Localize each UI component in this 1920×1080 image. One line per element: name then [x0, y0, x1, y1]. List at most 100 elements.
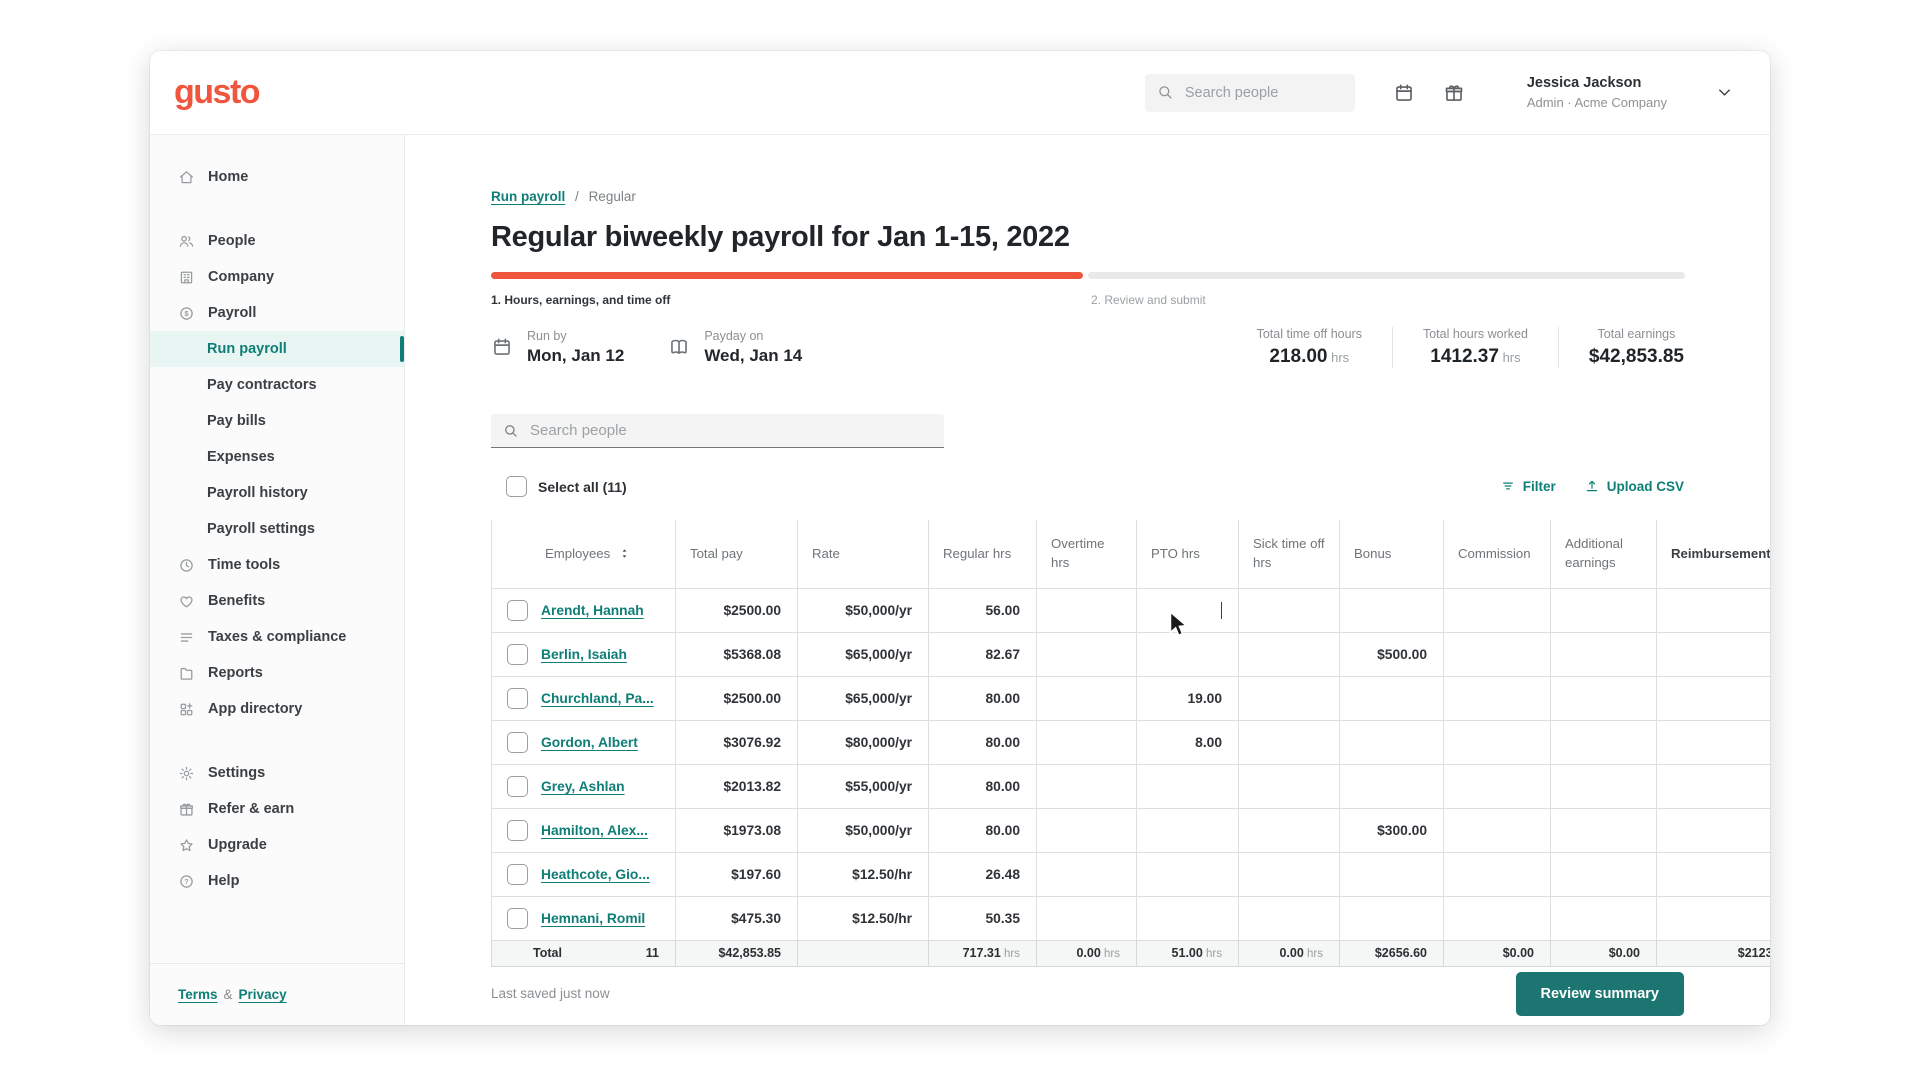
row-checkbox[interactable]: [507, 820, 528, 841]
row-checkbox[interactable]: [507, 908, 528, 929]
sidebar-item-pay-contractors[interactable]: Pay contractors: [150, 367, 404, 403]
cell-commission[interactable]: [1444, 808, 1551, 852]
cell-sick[interactable]: [1239, 676, 1340, 720]
cell-commission[interactable]: [1444, 896, 1551, 940]
cell-additional[interactable]: [1551, 896, 1657, 940]
row-checkbox[interactable]: [507, 600, 528, 621]
cell-regular[interactable]: 80.00: [929, 720, 1037, 764]
topbar-search[interactable]: [1145, 74, 1355, 112]
sidebar-item-home[interactable]: Home: [150, 159, 404, 195]
sidebar-item-pay-bills[interactable]: Pay bills: [150, 403, 404, 439]
cell-additional[interactable]: [1551, 632, 1657, 676]
cell-reimbursement[interactable]: [1657, 896, 1771, 940]
employee-link[interactable]: Churchland, Pa...: [541, 691, 654, 706]
privacy-link[interactable]: Privacy: [239, 987, 287, 1002]
topbar-search-input[interactable]: [1183, 84, 1343, 102]
cell-bonus[interactable]: [1340, 764, 1444, 808]
sidebar-item-run-payroll[interactable]: Run payroll: [150, 331, 404, 367]
table-search-input[interactable]: [528, 421, 932, 440]
sidebar-item-taxes-compliance[interactable]: Taxes & compliance: [150, 619, 404, 655]
upload-csv-button[interactable]: Upload CSV: [1584, 478, 1684, 494]
row-checkbox[interactable]: [507, 688, 528, 709]
sidebar-item-payroll-settings[interactable]: Payroll settings: [150, 511, 404, 547]
terms-link[interactable]: Terms: [178, 987, 218, 1002]
cell-pto[interactable]: 8.00: [1137, 720, 1239, 764]
cell-sick[interactable]: [1239, 720, 1340, 764]
cell-bonus[interactable]: [1340, 676, 1444, 720]
cell-regular[interactable]: 80.00: [929, 676, 1037, 720]
cell-commission[interactable]: [1444, 588, 1551, 632]
cell-regular[interactable]: 26.48: [929, 852, 1037, 896]
cell-regular[interactable]: 80.00: [929, 764, 1037, 808]
cell-pto[interactable]: 19.00: [1137, 676, 1239, 720]
sidebar-item-people[interactable]: People: [150, 223, 404, 259]
cell-sick[interactable]: [1239, 588, 1340, 632]
cell-reimbursement[interactable]: [1657, 808, 1771, 852]
cell-commission[interactable]: [1444, 676, 1551, 720]
cell-bonus[interactable]: [1340, 852, 1444, 896]
sidebar-item-settings[interactable]: Settings: [150, 755, 404, 791]
cell-commission[interactable]: [1444, 764, 1551, 808]
chevron-down-icon[interactable]: [1715, 83, 1734, 102]
cell-additional[interactable]: [1551, 808, 1657, 852]
cell-overtime[interactable]: [1037, 764, 1137, 808]
cell-reimbursement[interactable]: [1657, 676, 1771, 720]
cell-regular[interactable]: 50.35: [929, 896, 1037, 940]
row-checkbox[interactable]: [507, 776, 528, 797]
cell-sick[interactable]: [1239, 632, 1340, 676]
cell-additional[interactable]: [1551, 852, 1657, 896]
calendar-icon[interactable]: [1393, 82, 1415, 104]
cell-additional[interactable]: [1551, 764, 1657, 808]
cell-sick[interactable]: [1239, 808, 1340, 852]
cell-reimbursement[interactable]: [1657, 852, 1771, 896]
row-checkbox[interactable]: [507, 644, 528, 665]
cell-pto[interactable]: [1137, 852, 1239, 896]
sidebar-item-payroll[interactable]: $Payroll: [150, 295, 404, 331]
cell-overtime[interactable]: [1037, 852, 1137, 896]
cell-overtime[interactable]: [1037, 720, 1137, 764]
table-search[interactable]: [491, 414, 944, 448]
cell-reimbursement[interactable]: [1657, 720, 1771, 764]
breadcrumb-run-payroll[interactable]: Run payroll: [491, 189, 565, 204]
filter-button[interactable]: Filter: [1500, 478, 1556, 494]
cell-commission[interactable]: [1444, 632, 1551, 676]
select-all-checkbox[interactable]: [506, 476, 527, 497]
sidebar-item-app-directory[interactable]: App directory: [150, 691, 404, 727]
cell-pto[interactable]: [1137, 808, 1239, 852]
cell-overtime[interactable]: [1037, 808, 1137, 852]
cell-bonus[interactable]: $300.00: [1340, 808, 1444, 852]
employee-link[interactable]: Hemnani, Romil: [541, 911, 645, 926]
column-header-employees[interactable]: Employees: [492, 520, 676, 588]
cell-bonus[interactable]: [1340, 588, 1444, 632]
employee-link[interactable]: Grey, Ashlan: [541, 779, 625, 794]
employee-link[interactable]: Berlin, Isaiah: [541, 647, 627, 662]
row-checkbox[interactable]: [507, 732, 528, 753]
cell-bonus[interactable]: [1340, 896, 1444, 940]
review-summary-button[interactable]: Review summary: [1516, 972, 1684, 1016]
employee-link[interactable]: Gordon, Albert: [541, 735, 638, 750]
cell-sick[interactable]: [1239, 764, 1340, 808]
sidebar-item-help[interactable]: ?Help: [150, 863, 404, 899]
gift-icon[interactable]: [1443, 82, 1465, 104]
sidebar-item-refer-earn[interactable]: Refer & earn: [150, 791, 404, 827]
sidebar-item-upgrade[interactable]: Upgrade: [150, 827, 404, 863]
sidebar-item-expenses[interactable]: Expenses: [150, 439, 404, 475]
cell-pto[interactable]: [1137, 588, 1239, 632]
row-checkbox[interactable]: [507, 864, 528, 885]
cell-regular[interactable]: 56.00: [929, 588, 1037, 632]
cell-overtime[interactable]: [1037, 632, 1137, 676]
cell-pto[interactable]: [1137, 632, 1239, 676]
user-menu[interactable]: Jessica Jackson Admin · Acme Company: [1527, 74, 1667, 111]
employee-link[interactable]: Arendt, Hannah: [541, 603, 644, 618]
sort-icon[interactable]: [618, 547, 631, 560]
cell-additional[interactable]: [1551, 676, 1657, 720]
cell-sick[interactable]: [1239, 896, 1340, 940]
cell-pto[interactable]: [1137, 896, 1239, 940]
cell-bonus[interactable]: [1340, 720, 1444, 764]
cell-overtime[interactable]: [1037, 896, 1137, 940]
cell-bonus[interactable]: $500.00: [1340, 632, 1444, 676]
cell-pto[interactable]: [1137, 764, 1239, 808]
sidebar-item-payroll-history[interactable]: Payroll history: [150, 475, 404, 511]
cell-regular[interactable]: 82.67: [929, 632, 1037, 676]
cell-regular[interactable]: 80.00: [929, 808, 1037, 852]
